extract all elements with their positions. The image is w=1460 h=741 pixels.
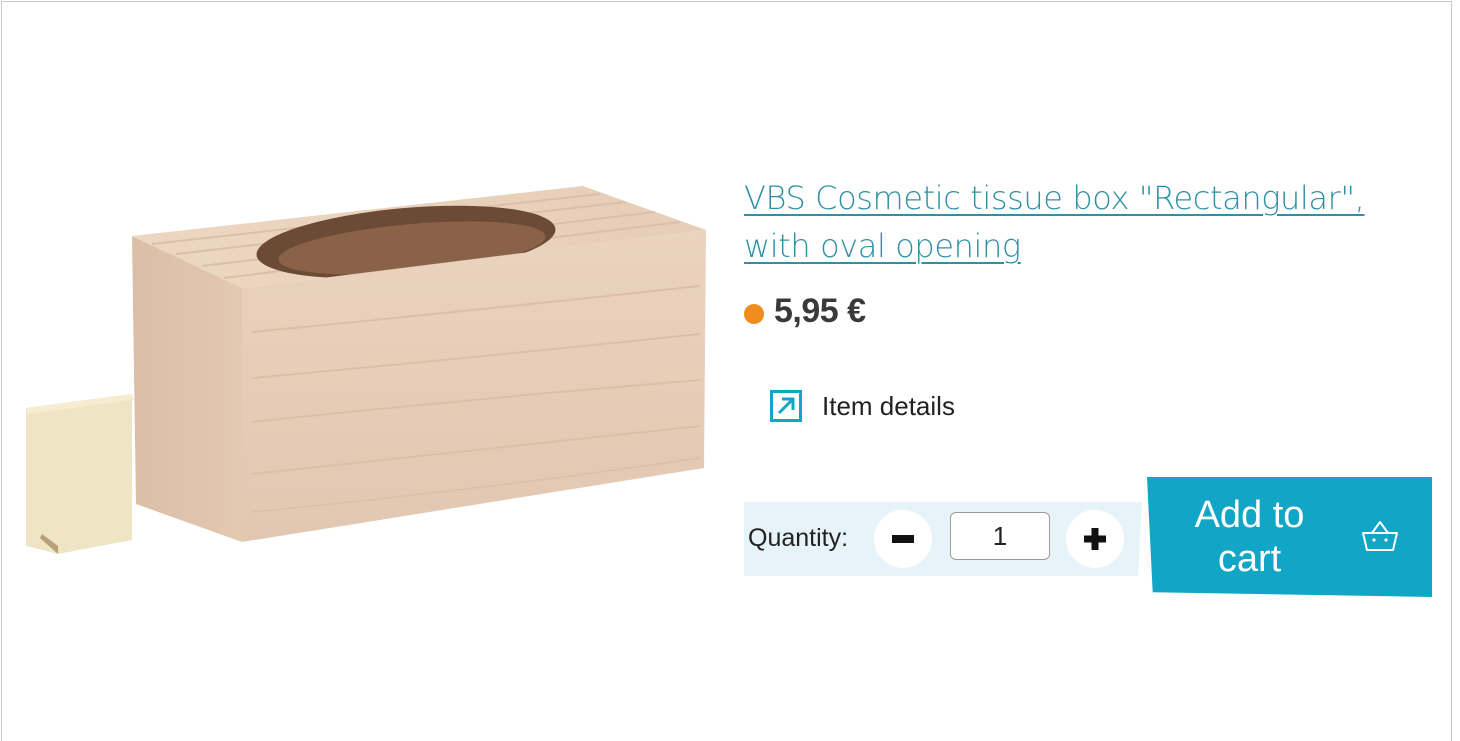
basket-icon: [1362, 521, 1398, 551]
plus-icon: [1084, 528, 1106, 550]
increase-quantity-button[interactable]: [1066, 510, 1124, 568]
availability-dot: [744, 303, 764, 324]
product-image[interactable]: [20, 182, 720, 582]
item-details-label: Item details: [822, 390, 955, 421]
product-title-link[interactable]: VBS Cosmetic tissue box "Rectangular", w…: [744, 174, 1434, 270]
add-to-cart-button[interactable]: Add to cart: [1147, 477, 1432, 597]
product-price: 5,95 €: [774, 292, 866, 330]
product-card: VBS Cosmetic tissue box "Rectangular", w…: [1, 1, 1452, 741]
price-row: 5,95 €: [744, 292, 866, 331]
minus-icon: [892, 535, 914, 543]
quantity-input[interactable]: [950, 512, 1050, 560]
decrease-quantity-button[interactable]: [874, 510, 932, 568]
quantity-label: Quantity:: [748, 524, 849, 552]
item-details-link[interactable]: Item details: [770, 390, 955, 422]
quantity-panel: Quantity:: [744, 502, 1142, 576]
add-to-cart-label: Add to cart: [1194, 494, 1305, 580]
external-arrow-icon: [770, 390, 802, 422]
